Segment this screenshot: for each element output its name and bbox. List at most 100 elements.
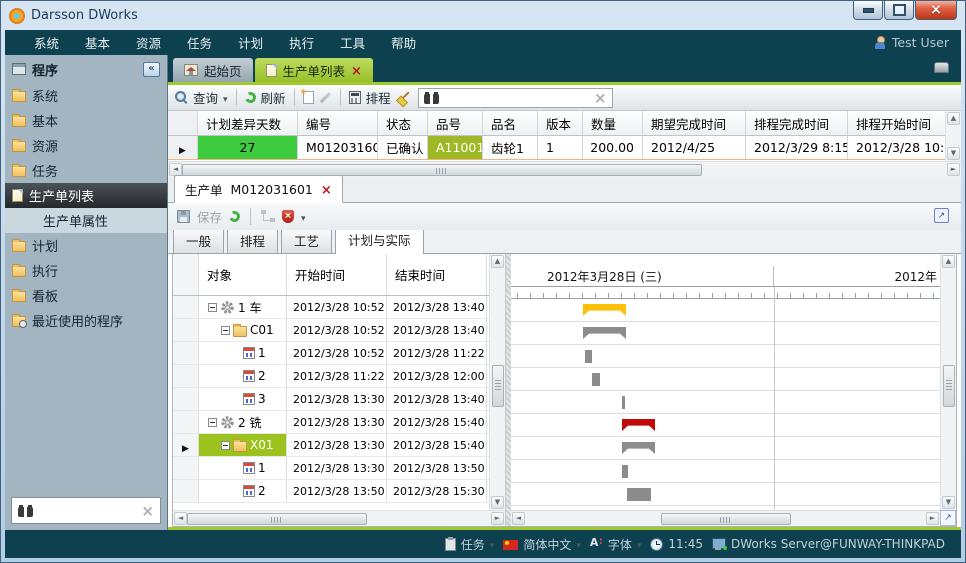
scroll-down-icon[interactable] xyxy=(942,496,955,509)
task-row[interactable]: 12012/3/28 10:522012/3/28 11:22 xyxy=(173,342,489,365)
grid-horizontal-scrollbar[interactable] xyxy=(168,161,961,177)
task-row[interactable]: 2 铣2012/3/28 13:302012/3/28 15:40 xyxy=(173,411,489,434)
grid-column-header[interactable]: 版本 xyxy=(538,111,583,135)
task-row[interactable]: C012012/3/28 10:522012/3/28 13:40 xyxy=(173,319,489,342)
expander-icon[interactable] xyxy=(208,303,217,312)
scroll-down-icon[interactable] xyxy=(947,147,960,160)
scroll-down-icon[interactable] xyxy=(491,496,504,509)
scroll-right-icon[interactable] xyxy=(926,512,939,525)
page-tab[interactable]: 计划与实际 xyxy=(335,226,424,254)
sidebar-item[interactable]: 最近使用的程序 xyxy=(5,308,167,333)
gantt-horizontal-scrollbar[interactable] xyxy=(511,510,940,526)
sidebar-item[interactable]: 系统 xyxy=(5,83,167,108)
shield-dropdown-icon[interactable] xyxy=(301,209,306,224)
sidebar-item[interactable]: 生产单列表 xyxy=(5,183,167,208)
task-table-horizontal-scrollbar[interactable] xyxy=(173,510,505,526)
edit-icon[interactable] xyxy=(319,91,332,104)
sidebar-item[interactable]: 资源 xyxy=(5,133,167,158)
task-column-header[interactable]: 对象 xyxy=(199,254,287,295)
gantt-bar-task[interactable] xyxy=(622,465,628,478)
sidebar-item[interactable]: 生产单属性 xyxy=(5,208,167,233)
status-font-menu[interactable]: 字体 xyxy=(590,536,642,553)
grid-column-header[interactable]: 期望完成时间 xyxy=(643,111,746,135)
menu-item[interactable]: 任务 xyxy=(174,30,225,55)
page-tab[interactable]: 一般 xyxy=(173,227,224,253)
sidebar-item[interactable]: 计划 xyxy=(5,233,167,258)
gantt-bar-task[interactable] xyxy=(585,350,592,363)
query-dropdown-icon[interactable] xyxy=(223,90,228,105)
refresh-button[interactable]: 刷新 xyxy=(261,88,286,107)
menu-item[interactable]: 帮助 xyxy=(378,30,429,55)
scroll-up-icon[interactable] xyxy=(942,255,955,268)
grid-vertical-scrollbar[interactable] xyxy=(945,111,961,161)
user-menu[interactable]: Test User xyxy=(874,35,949,50)
tab-inactive[interactable]: 起始页 xyxy=(173,58,253,82)
page-tab[interactable]: 排程 xyxy=(227,227,278,253)
scroll-up-icon[interactable] xyxy=(491,255,504,268)
gantt-bar-task[interactable] xyxy=(627,488,651,501)
gantt-vertical-scrollbar[interactable] xyxy=(940,254,956,510)
grid-column-header[interactable]: 编号 xyxy=(298,111,378,135)
grid-column-header[interactable]: 数量 xyxy=(583,111,643,135)
scroll-right-icon[interactable] xyxy=(947,163,960,176)
menu-item[interactable]: 资源 xyxy=(123,30,174,55)
task-column-header[interactable]: 开始时间 xyxy=(287,254,387,295)
menu-item[interactable]: 计划 xyxy=(225,30,276,55)
menu-item[interactable]: 基本 xyxy=(72,30,123,55)
menu-item[interactable]: 执行 xyxy=(276,30,327,55)
status-language-menu[interactable]: 简体中文 xyxy=(503,536,581,553)
task-row[interactable]: 22012/3/28 13:502012/3/28 15:30 xyxy=(173,480,489,503)
scrollbar-thumb[interactable] xyxy=(492,365,504,407)
scrollbar-thumb[interactable] xyxy=(943,365,955,407)
pin-icon[interactable] xyxy=(934,62,949,73)
close-button[interactable] xyxy=(915,1,957,20)
grid-column-header[interactable]: 品号 xyxy=(428,111,483,135)
sidebar-item[interactable]: 基本 xyxy=(5,108,167,133)
gantt-bar-task[interactable] xyxy=(622,396,625,409)
scroll-left-icon[interactable] xyxy=(512,512,525,525)
sidebar-item[interactable]: 执行 xyxy=(5,258,167,283)
grid-column-header[interactable]: 品名 xyxy=(483,111,538,135)
task-row[interactable]: 22012/3/28 11:222012/3/28 12:00 xyxy=(173,365,489,388)
grid-data-row[interactable]: 27M012031601已确认A11001齿轮11200.002012/4/25… xyxy=(168,136,945,160)
task-table-vertical-scrollbar[interactable] xyxy=(489,254,505,510)
expander-icon[interactable] xyxy=(221,326,230,335)
scroll-left-icon[interactable] xyxy=(174,512,187,525)
scrollbar-thumb[interactable] xyxy=(661,513,791,525)
gantt-expand-icon[interactable] xyxy=(940,510,956,526)
task-row[interactable]: 1 车2012/3/28 10:522012/3/28 13:40 xyxy=(173,296,489,319)
scrollbar-thumb[interactable] xyxy=(182,164,702,176)
expander-icon[interactable] xyxy=(208,418,217,427)
scrollbar-thumb[interactable] xyxy=(187,513,367,525)
refresh-icon[interactable] xyxy=(227,209,241,223)
toolbar-search-clear-icon[interactable] xyxy=(594,89,607,107)
gantt-bar-task[interactable] xyxy=(592,373,600,386)
new-document-icon[interactable] xyxy=(303,91,314,104)
menu-item[interactable]: 工具 xyxy=(327,30,378,55)
query-button[interactable]: 查询 xyxy=(193,88,218,107)
sidebar-item[interactable]: 看板 xyxy=(5,283,167,308)
toolbar-search-input[interactable] xyxy=(444,91,589,105)
open-external-button[interactable] xyxy=(934,208,949,223)
minimize-button[interactable] xyxy=(853,1,883,20)
sidebar-item[interactable]: 任务 xyxy=(5,158,167,183)
sidebar-collapse-button[interactable] xyxy=(143,62,160,77)
sidebar-search-input[interactable] xyxy=(39,504,135,518)
document-tab-close-icon[interactable] xyxy=(321,182,332,197)
status-task-menu[interactable]: 任务 xyxy=(445,536,495,553)
tab-active[interactable]: 生产单列表 xyxy=(255,58,373,82)
page-tab[interactable]: 工艺 xyxy=(281,227,332,253)
expander-icon[interactable] xyxy=(221,441,230,450)
shield-cancel-icon[interactable] xyxy=(282,210,294,223)
maximize-button[interactable] xyxy=(884,1,914,20)
sidebar-search-clear-icon[interactable] xyxy=(141,501,154,520)
scroll-up-icon[interactable] xyxy=(947,112,960,125)
task-row[interactable]: 32012/3/28 13:302012/3/28 13:40 xyxy=(173,388,489,411)
menu-item[interactable]: 系统 xyxy=(21,30,72,55)
task-row[interactable]: X012012/3/28 13:302012/3/28 15:40 xyxy=(173,434,489,457)
grid-column-header[interactable]: 计划差异天数 xyxy=(198,111,298,135)
grid-column-header[interactable]: 状态 xyxy=(378,111,428,135)
document-tab[interactable]: 生产单 M012031601 xyxy=(174,175,343,203)
task-column-header[interactable]: 结束时间 xyxy=(387,254,487,295)
hierarchy-icon[interactable] xyxy=(261,210,275,223)
